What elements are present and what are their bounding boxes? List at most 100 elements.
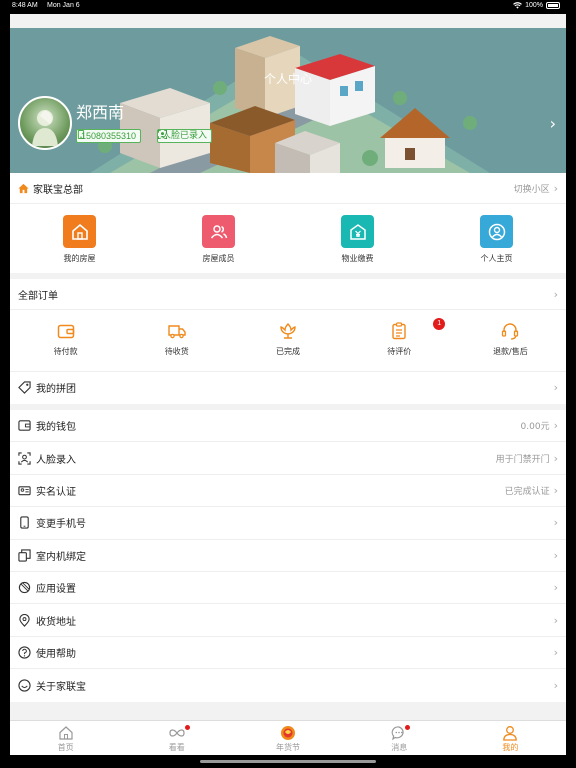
face-status-badge: 人脸已录入: [157, 129, 213, 143]
phone-icon: [18, 516, 31, 529]
pending-receipt-label: 待收货: [164, 347, 189, 356]
truck-icon: [168, 325, 186, 339]
phone-icon: [77, 130, 85, 139]
app-screen: 个人中心 郑西南 15080355310 人脸已录入 › 家联宝总部 切换小区 ›: [10, 14, 566, 755]
address-chevron: ›: [554, 614, 558, 627]
chevron-right-icon: ›: [553, 181, 558, 195]
profile-header[interactable]: 个人中心 郑西南 15080355310 人脸已录入 ›: [10, 28, 566, 173]
my-house-label: 我的房屋: [63, 254, 96, 263]
house-members-button[interactable]: 房屋成员: [149, 204, 288, 273]
profile-icon: [480, 215, 513, 248]
app-settings-row[interactable]: 应用设置 ›: [10, 572, 566, 605]
face-entry-row[interactable]: 人脸录入 用于门禁开门 ›: [10, 442, 566, 475]
pending-receipt-button[interactable]: 待收货: [121, 310, 232, 371]
refund-button[interactable]: 退款/售后: [455, 310, 566, 371]
avatar[interactable]: [18, 96, 72, 150]
chevron-right-icon: ›: [553, 678, 558, 692]
battery-percent: 100%: [525, 2, 543, 9]
real-name-row[interactable]: 实名认证 已完成认证 ›: [10, 475, 566, 508]
status-right: 100%: [513, 2, 560, 9]
home-tab-icon: [58, 726, 73, 740]
headset-icon: [502, 323, 519, 340]
messages-notification-dot: [405, 725, 411, 730]
personal-page-button[interactable]: 个人主页: [427, 204, 566, 273]
status-date: Mon Jan 6: [47, 2, 80, 9]
pending-payment-label: 待付款: [53, 347, 78, 356]
id-card-icon: [18, 484, 31, 497]
tab-festival[interactable]: 年货节: [232, 721, 343, 755]
tab-me[interactable]: 我的: [455, 721, 566, 755]
wifi-icon: [513, 2, 522, 9]
address-row[interactable]: 收货地址 ›: [10, 604, 566, 637]
face-entry-label: 人脸录入: [36, 454, 76, 466]
wallet-label: 我的钱包: [36, 422, 76, 434]
chevron-right-icon: ›: [553, 419, 558, 433]
change-phone-row[interactable]: 变更手机号 ›: [10, 507, 566, 540]
wallet-icon: [57, 324, 74, 339]
pending-review-button[interactable]: 1 待评价: [344, 310, 455, 371]
property-payment-label: 物业缴费: [341, 254, 374, 263]
order-status-grid: 待付款 待收货 已完成 1 待评价 退款/售后: [10, 310, 566, 371]
community-card: 家联宝总部 切换小区 › 我的房屋 房屋成员 物业缴费 个人主页: [10, 173, 566, 273]
chevron-right-icon: ›: [553, 516, 558, 530]
tab-bar: 首页 看看 年货节 消息 我的: [10, 720, 566, 755]
about-row[interactable]: 关于家联宝 ›: [10, 669, 566, 701]
completed-button[interactable]: 已完成: [232, 310, 343, 371]
group-buy-row[interactable]: 我的拼团 ›: [10, 371, 566, 403]
wallet-icon: [18, 419, 31, 432]
face-status: 人脸已录入: [162, 131, 208, 141]
my-house-button[interactable]: 我的房屋: [10, 204, 149, 273]
about-chevron: ›: [554, 679, 558, 692]
all-orders-row[interactable]: 全部订单 ›: [10, 279, 566, 310]
discover-notification-dot: [184, 725, 190, 730]
location-icon: [18, 613, 31, 627]
wallet-row[interactable]: 我的钱包 0.00元 ›: [10, 410, 566, 443]
festival-icon: [281, 726, 295, 740]
tag-icon: [18, 381, 31, 395]
chevron-right-icon: ›: [553, 483, 558, 497]
refund-label: 退款/售后: [493, 347, 528, 356]
tab-me-label: 我的: [502, 743, 519, 752]
help-icon: [18, 646, 31, 659]
tab-home-label: 首页: [57, 743, 74, 752]
phone-number: 15080355310: [81, 131, 137, 141]
all-orders-label: 全部订单: [18, 290, 58, 302]
chevron-right-icon: ›: [553, 613, 558, 627]
status-time: 8:48 AM: [12, 2, 38, 9]
chevron-right-icon: ›: [553, 645, 558, 659]
address-label: 收货地址: [36, 616, 76, 628]
tab-messages-label: 消息: [391, 743, 408, 752]
help-row[interactable]: 使用帮助 ›: [10, 637, 566, 670]
tab-discover[interactable]: 看看: [121, 721, 232, 755]
tab-messages[interactable]: 消息: [344, 721, 455, 755]
flower-icon: [280, 323, 296, 339]
property-payment-button[interactable]: 物业缴费: [288, 204, 427, 273]
group-buy-chevron: ›: [554, 381, 558, 394]
me-icon: [503, 726, 518, 741]
avatar-image: [32, 110, 58, 146]
chevron-right-icon: ›: [553, 381, 558, 395]
pending-review-badge: 1: [433, 318, 446, 330]
home-indicator[interactable]: [200, 760, 376, 763]
infinity-icon: [169, 729, 185, 737]
switch-community-button[interactable]: 切换小区 ›: [514, 182, 558, 195]
face-scan-icon: [158, 130, 167, 139]
house-icon: [18, 183, 29, 193]
wallet-balance: 0.00元: [520, 422, 550, 433]
help-chevron: ›: [554, 646, 558, 659]
community-row[interactable]: 家联宝总部 切换小区 ›: [10, 173, 566, 204]
chevron-right-icon: ›: [553, 581, 558, 595]
tab-home[interactable]: 首页: [10, 721, 121, 755]
indoor-device-chevron: ›: [554, 549, 558, 562]
pending-payment-button[interactable]: 待付款: [10, 310, 121, 371]
personal-page-label: 个人主页: [480, 254, 513, 263]
real-name-value-wrap: 已完成认证 ›: [505, 484, 558, 497]
settings-icon: [18, 581, 31, 594]
indoor-device-row[interactable]: 室内机绑定 ›: [10, 540, 566, 572]
orders-card: 全部订单 › 待付款 待收货 已完成 1 待评价 退款/售后 我的拼团 ›: [10, 279, 566, 404]
chevron-right-icon: ›: [549, 114, 556, 133]
tab-discover-label: 看看: [168, 743, 185, 752]
members-icon: [202, 215, 235, 248]
chevron-right-icon: ›: [553, 548, 558, 562]
about-label: 关于家联宝: [36, 681, 86, 693]
